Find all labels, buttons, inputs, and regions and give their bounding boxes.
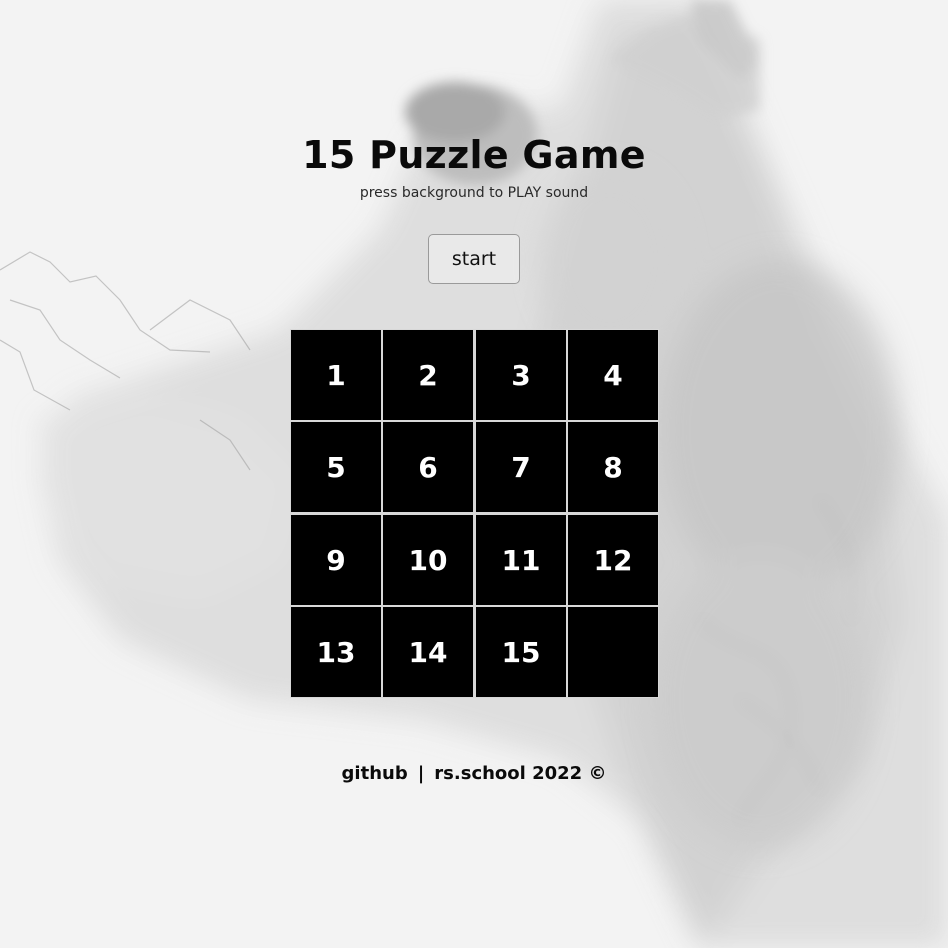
puzzle-tile[interactable]: 10 [383,515,473,605]
start-button[interactable]: start [428,234,520,284]
page-subtitle: press background to PLAY sound [359,185,589,201]
puzzle-tile[interactable]: 5 [291,422,381,512]
page-title: 15 Puzzle Game [302,133,646,177]
puzzle-tile[interactable]: 11 [476,515,566,605]
puzzle-tile[interactable]: 6 [383,422,473,512]
puzzle-tile[interactable]: 8 [568,422,658,512]
puzzle-tile[interactable]: 4 [568,330,658,420]
puzzle-tile[interactable]: 14 [383,607,473,697]
footer-separator: | [417,763,425,784]
puzzle-board: 1 2 3 4 5 6 7 8 9 10 11 12 13 14 15 [290,329,659,698]
puzzle-tile[interactable]: 7 [476,422,566,512]
puzzle-tile[interactable]: 1 [291,330,381,420]
puzzle-tile[interactable]: 12 [568,515,658,605]
rs-school-link[interactable]: rs.school 2022 © [434,763,606,784]
github-link[interactable]: github [342,763,408,784]
puzzle-tile[interactable]: 9 [291,515,381,605]
puzzle-tile[interactable]: 13 [291,607,381,697]
puzzle-tile[interactable]: 3 [476,330,566,420]
empty-tile[interactable] [568,607,658,697]
puzzle-tile[interactable]: 2 [383,330,473,420]
puzzle-tile[interactable]: 15 [476,607,566,697]
footer: github | rs.school 2022 © [0,762,948,786]
